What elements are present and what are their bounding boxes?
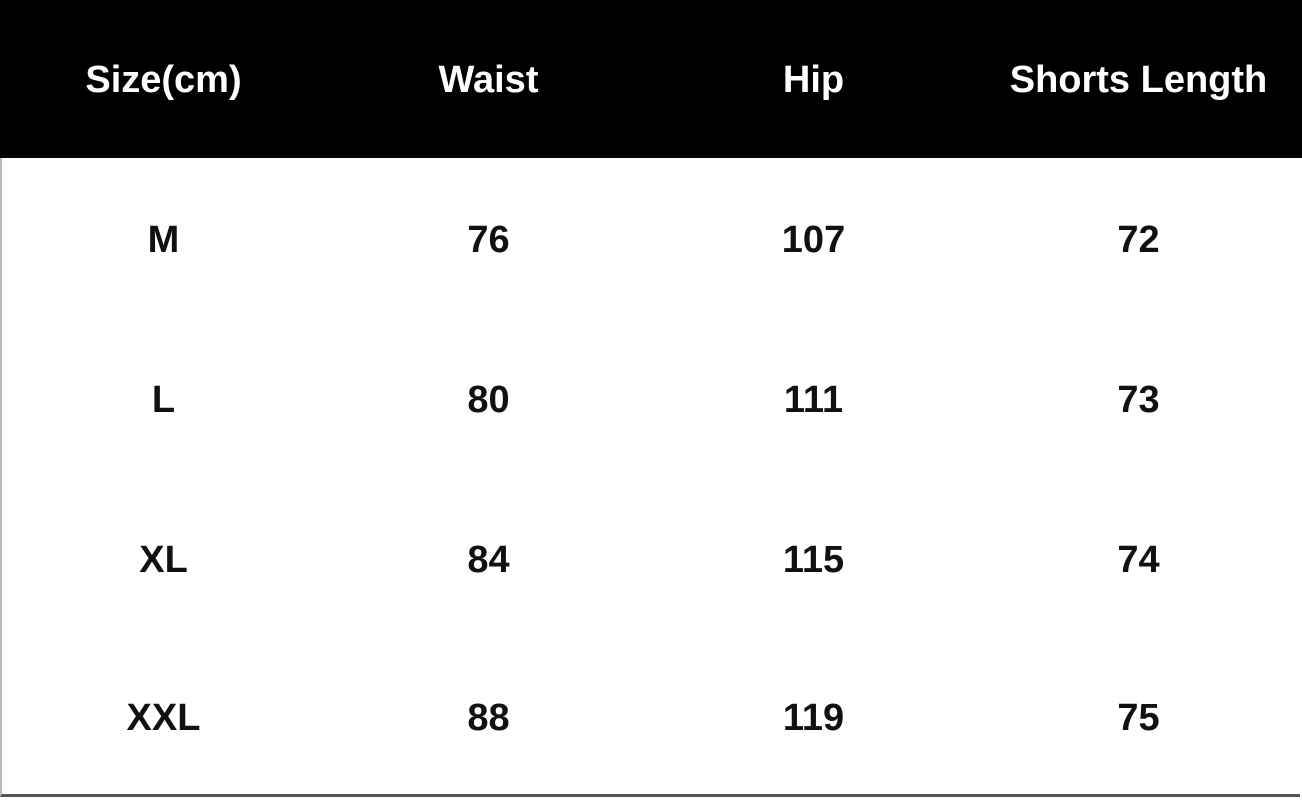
table-cell: L (151, 379, 176, 421)
table-cell: 73 (1117, 379, 1160, 421)
table-cell: 88 (467, 697, 510, 739)
table-cell: 107 (781, 219, 846, 261)
table-cell: 72 (1117, 219, 1160, 261)
table-cell: 76 (467, 219, 510, 261)
column-header: Waist (438, 59, 539, 101)
table-cell: M (147, 219, 180, 261)
column-header: Shorts Length (1009, 59, 1268, 101)
table-cell: 119 (782, 697, 845, 739)
table-cell: XXL (126, 697, 201, 739)
table-cell: 75 (1117, 697, 1160, 739)
table-cell: 80 (467, 379, 510, 421)
table-cell: 84 (467, 539, 510, 581)
table-cell: XL (139, 539, 188, 581)
table-cell: 115 (782, 539, 845, 581)
column-header: Hip (782, 59, 845, 101)
table-cell: 111 (783, 379, 844, 421)
table-cell: 74 (1117, 539, 1160, 581)
column-header: Size(cm) (85, 59, 242, 101)
